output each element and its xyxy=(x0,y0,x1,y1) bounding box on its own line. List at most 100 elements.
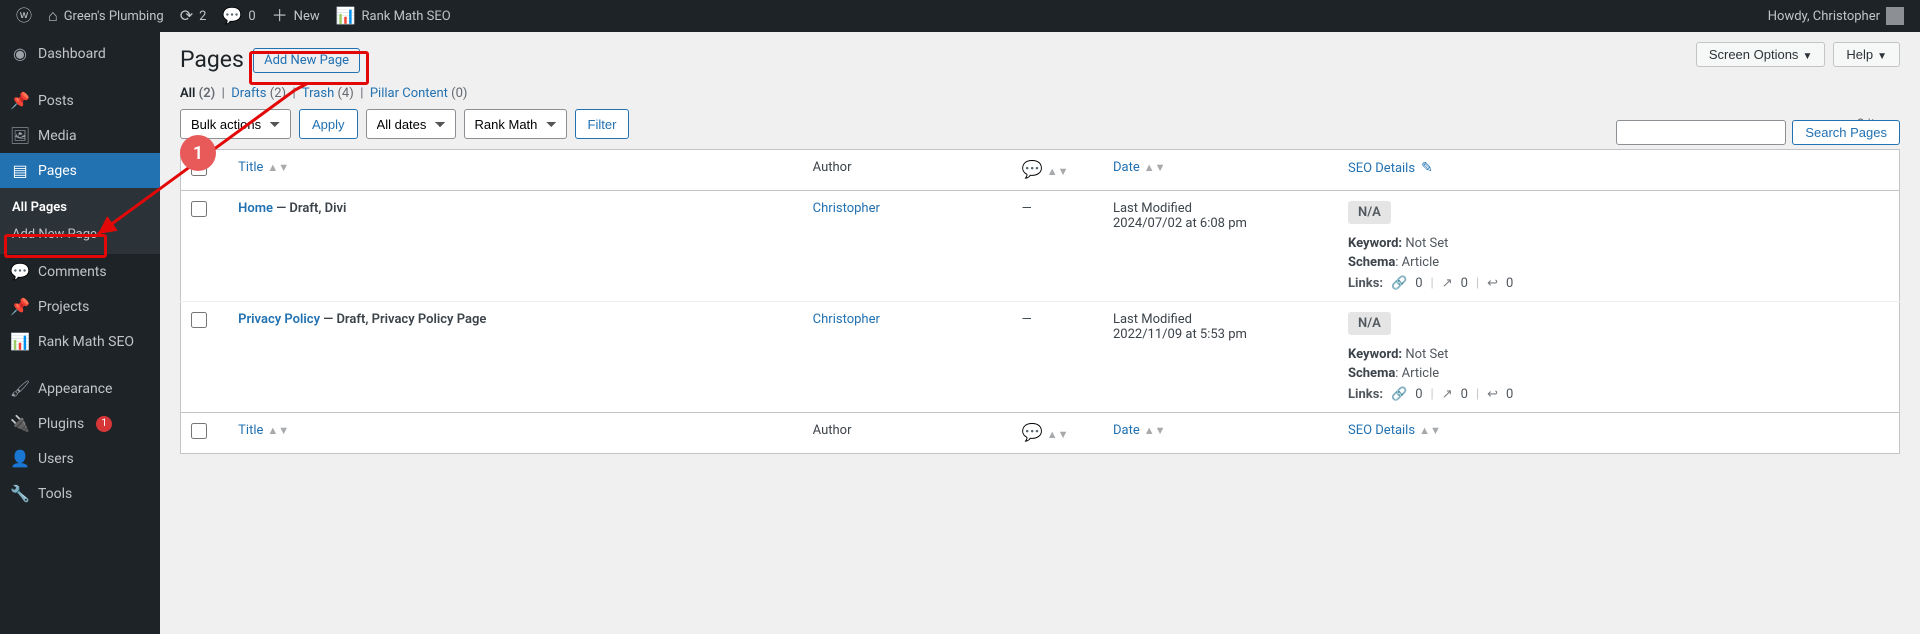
filter-drafts[interactable]: Drafts (2) xyxy=(231,86,286,101)
col-title[interactable]: Title▲▼ xyxy=(228,150,803,191)
table-row: Home — Draft, DiviChristopher—Last Modif… xyxy=(181,191,1900,302)
menu-users[interactable]: 👤 Users xyxy=(0,441,160,476)
row-comments: — xyxy=(1012,302,1103,413)
chevron-down-icon: ▼ xyxy=(1877,51,1887,62)
chart-icon: 📊 xyxy=(336,8,356,24)
submenu-all-pages[interactable]: All Pages xyxy=(0,194,160,221)
seo-na-badge: N/A xyxy=(1348,201,1391,224)
submenu-add-new-page[interactable]: Add New Page xyxy=(0,221,160,248)
help-label: Help xyxy=(1846,47,1873,62)
row-date: Last Modified2022/11/09 at 5:53 pm xyxy=(1103,302,1338,413)
col-author[interactable]: Author xyxy=(803,150,1012,191)
col-title-foot[interactable]: Title▲▼ xyxy=(228,413,803,454)
filter-pillar[interactable]: Pillar Content (0) xyxy=(370,86,468,101)
menu-pages[interactable]: ▤Pages xyxy=(0,153,160,188)
menu-users-label: Users xyxy=(38,451,74,467)
pencil-icon: ✎ xyxy=(1421,160,1433,176)
pages-table: Title▲▼ Author 💬 ▲▼ Date▲▼ SEO Details✎ H… xyxy=(180,149,1900,454)
col-author-foot[interactable]: Author xyxy=(803,413,1012,454)
select-all-checkbox-bottom[interactable] xyxy=(191,423,207,439)
rankmath-link[interactable]: 📊Rank Math SEO xyxy=(328,0,459,32)
menu-posts[interactable]: 📌Posts xyxy=(0,83,160,118)
row-title-link[interactable]: Home xyxy=(238,201,273,216)
views-filter: All (2) | Drafts (2) | Trash (4) | Pilla… xyxy=(180,86,1900,101)
select-all-checkbox[interactable] xyxy=(191,160,207,176)
wordpress-icon: ⓦ xyxy=(16,8,32,24)
col-date[interactable]: Date▲▼ xyxy=(1103,150,1338,191)
search-box: Search Pages xyxy=(1616,120,1900,145)
apply-button[interactable]: Apply xyxy=(299,109,358,139)
incoming-link-icon: ↩ xyxy=(1487,276,1498,291)
media-icon: 🖼 xyxy=(10,126,30,145)
col-date-foot[interactable]: Date▲▼ xyxy=(1103,413,1338,454)
howdy-label: Howdy, Christopher xyxy=(1768,9,1880,24)
external-link-icon: ↗ xyxy=(1442,387,1453,402)
help-button[interactable]: Help ▼ xyxy=(1833,42,1900,67)
bulk-actions-select[interactable]: Bulk actions xyxy=(180,109,291,139)
screen-options-button[interactable]: Screen Options▼ xyxy=(1696,42,1826,67)
sort-icon: ▲▼ xyxy=(1047,165,1069,178)
screen-options-label: Screen Options xyxy=(1709,47,1799,62)
date-filter-select[interactable]: All dates xyxy=(366,109,456,139)
comments-link[interactable]: 💬0 xyxy=(214,0,263,32)
sort-icon: ▲▼ xyxy=(267,424,289,437)
menu-dashboard[interactable]: ◉Dashboard xyxy=(0,36,160,71)
menu-pages-label: Pages xyxy=(38,163,77,179)
post-state: — Draft, Divi xyxy=(273,201,346,216)
menu-dashboard-label: Dashboard xyxy=(38,46,106,62)
wrench-icon: 🔧 xyxy=(10,484,30,503)
site-name-label: Green's Plumbing xyxy=(64,9,164,24)
add-new-page-button[interactable]: Add New Page xyxy=(253,48,360,73)
menu-projects-label: Projects xyxy=(38,299,89,315)
user-icon: 👤 xyxy=(10,449,30,468)
menu-plugins-label: Plugins xyxy=(38,416,84,432)
comment-icon: 💬 xyxy=(222,8,242,24)
search-input[interactable] xyxy=(1616,120,1786,145)
col-seo[interactable]: SEO Details✎ xyxy=(1338,150,1900,191)
row-checkbox[interactable] xyxy=(191,201,207,217)
new-content[interactable]: ＋New xyxy=(264,0,328,32)
menu-plugins[interactable]: 🔌Plugins1 xyxy=(0,406,160,441)
updates[interactable]: ⟳2 xyxy=(172,0,215,32)
comment-icon: 💬 xyxy=(10,262,30,281)
my-account[interactable]: Howdy, Christopher xyxy=(1760,0,1912,32)
row-title-link[interactable]: Privacy Policy xyxy=(238,312,320,327)
refresh-icon: ⟳ xyxy=(180,8,193,24)
col-comments-foot[interactable]: 💬▲▼ xyxy=(1012,413,1103,454)
menu-rankmath[interactable]: 📊 Rank Math SEO xyxy=(0,324,160,359)
author-link[interactable]: Christopher xyxy=(813,201,880,216)
author-link[interactable]: Christopher xyxy=(813,312,880,327)
menu-tools[interactable]: 🔧 Tools xyxy=(0,476,160,511)
rankmath-filter-select[interactable]: Rank Math xyxy=(464,109,567,139)
site-name[interactable]: ⌂ Green's Plumbing xyxy=(40,0,172,32)
menu-media[interactable]: 🖼Media xyxy=(0,118,160,153)
row-checkbox[interactable] xyxy=(191,312,207,328)
col-comments[interactable]: 💬 ▲▼ xyxy=(1012,150,1103,191)
wp-logo[interactable]: ⓦ xyxy=(8,0,40,32)
menu-projects[interactable]: 📌Projects xyxy=(0,289,160,324)
filter-button[interactable]: Filter xyxy=(575,109,630,139)
comments-count: 0 xyxy=(248,9,255,24)
search-button[interactable]: Search Pages xyxy=(1792,120,1900,145)
menu-comments[interactable]: 💬Comments xyxy=(0,254,160,289)
chart-icon: 📊 xyxy=(10,332,30,351)
menu-appearance-label: Appearance xyxy=(38,381,112,397)
filter-trash[interactable]: Trash (4) xyxy=(302,86,354,101)
admin-sidebar: ◉Dashboard 📌Posts 🖼Media ▤Pages All Page… xyxy=(0,32,160,634)
brush-icon: 🖌 xyxy=(10,379,30,398)
comment-icon: 💬 xyxy=(1022,160,1043,180)
menu-rankmath-label: Rank Math SEO xyxy=(38,334,134,350)
submenu-pages: All Pages Add New Page xyxy=(0,188,160,254)
sort-icon: ▲▼ xyxy=(1419,424,1441,437)
table-row: Privacy Policy — Draft, Privacy Policy P… xyxy=(181,302,1900,413)
menu-appearance[interactable]: 🖌 Appearance xyxy=(0,371,160,406)
updates-count: 2 xyxy=(199,9,206,24)
menu-tools-label: Tools xyxy=(38,486,72,502)
avatar xyxy=(1886,7,1904,25)
home-icon: ⌂ xyxy=(48,8,58,24)
admin-bar: ⓦ ⌂Green's Plumbing ⟳2 💬0 ＋New 📊Rank Mat… xyxy=(0,0,1920,32)
col-seo-foot[interactable]: SEO Details▲▼ xyxy=(1338,413,1900,454)
filter-all[interactable]: All (2) xyxy=(180,86,215,101)
plugin-icon: 🔌 xyxy=(10,414,30,433)
link-icon: 🔗 xyxy=(1391,387,1407,402)
